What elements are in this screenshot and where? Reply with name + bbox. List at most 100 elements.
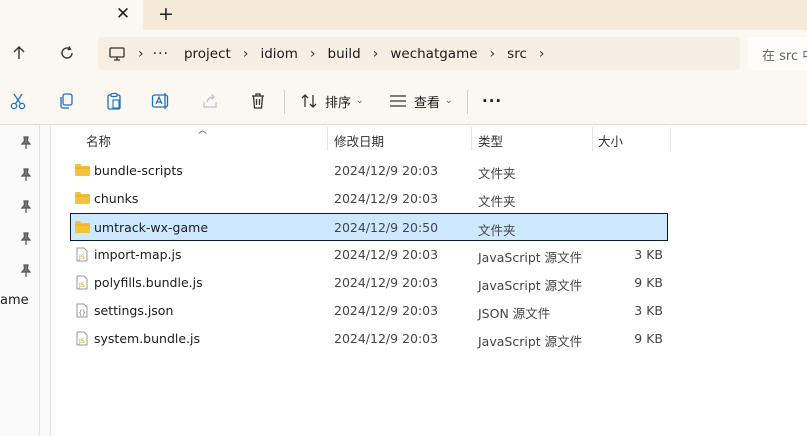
list-item[interactable]: JS import-map.js 2024/12/9 20:03 JavaScr… — [52, 240, 807, 268]
svg-text:JS: JS — [78, 282, 85, 289]
file-type: JavaScript 源文件 — [478, 278, 583, 293]
pin-icon[interactable] — [20, 231, 32, 245]
list-item-selected[interactable]: umtrack-wx-game 2024/12/9 20:50 文件夹 — [70, 213, 668, 241]
tab-active[interactable]: ✕ — [0, 0, 143, 30]
file-type: 文件夹 — [478, 194, 516, 209]
js-file-icon: JS — [74, 275, 91, 290]
file-date: 2024/12/9 20:50 — [334, 220, 439, 235]
chevron-right-icon[interactable]: › — [138, 46, 144, 62]
file-date: 2024/12/9 20:03 — [334, 163, 439, 178]
file-name: polyfills.bundle.js — [94, 275, 203, 290]
column-header-name[interactable]: 名称 — [86, 131, 111, 150]
breadcrumb-src[interactable]: src — [507, 46, 527, 62]
column-divider[interactable] — [592, 127, 593, 151]
refresh-icon[interactable] — [54, 40, 80, 66]
file-date: 2024/12/9 20:03 — [334, 275, 439, 290]
chevron-down-icon: ⌄ — [445, 96, 453, 106]
pin-icon[interactable] — [20, 135, 32, 149]
column-divider[interactable] — [327, 127, 328, 151]
column-header-date[interactable]: 修改日期 — [334, 131, 384, 150]
file-name: bundle-scripts — [94, 163, 183, 178]
list-item[interactable]: chunks 2024/12/9 20:03 文件夹 — [52, 184, 807, 212]
view-button[interactable]: 查看 ⌄ — [389, 90, 453, 112]
file-name: import-map.js — [94, 247, 182, 262]
rename-icon[interactable] — [149, 90, 173, 112]
column-divider[interactable] — [670, 127, 671, 151]
copy-icon[interactable] — [54, 90, 78, 112]
file-size: 9 KB — [634, 331, 663, 346]
pane-divider[interactable] — [41, 125, 51, 436]
more-options-icon[interactable]: ··· — [482, 90, 502, 112]
chevron-right-icon[interactable]: › — [243, 46, 249, 62]
sort-ascending-icon: ︿ — [198, 126, 208, 136]
file-type: JavaScript 源文件 — [478, 250, 583, 265]
search-input[interactable]: 在 src 中 — [748, 37, 807, 70]
svg-text:JS: JS — [78, 338, 85, 345]
folder-icon — [74, 163, 91, 177]
file-name: system.bundle.js — [94, 331, 200, 346]
sort-label: 排序 — [325, 95, 352, 111]
list-item[interactable]: JS system.bundle.js 2024/12/9 20:03 Java… — [52, 324, 807, 352]
chevron-right-icon[interactable]: › — [373, 46, 379, 62]
file-name: umtrack-wx-game — [94, 220, 209, 235]
sort-icon — [300, 93, 318, 109]
breadcrumb-project[interactable]: project — [184, 46, 231, 62]
chevron-right-icon[interactable]: › — [490, 46, 496, 62]
chevron-right-icon[interactable]: › — [539, 46, 545, 62]
view-label: 查看 — [414, 95, 441, 111]
cut-icon[interactable] — [6, 90, 30, 112]
chevron-down-icon: ⌄ — [356, 96, 364, 106]
file-type: JavaScript 源文件 — [478, 334, 583, 349]
arrow-up-icon[interactable] — [6, 40, 32, 66]
breadcrumb-build[interactable]: build — [328, 46, 361, 62]
file-list: ︿ 名称 修改日期 类型 大小 bundle-scripts 2024/12/9… — [52, 125, 807, 436]
file-type: 文件夹 — [478, 166, 516, 181]
file-size: 9 KB — [634, 275, 663, 290]
file-name: settings.json — [94, 303, 174, 318]
more-breadcrumbs-icon[interactable]: ··· — [153, 46, 169, 62]
view-list-icon — [389, 94, 407, 108]
file-type: 文件夹 — [478, 223, 516, 238]
new-tab-icon[interactable]: + — [155, 3, 177, 25]
pin-icon[interactable] — [20, 199, 32, 213]
computer-icon[interactable] — [108, 46, 126, 62]
command-toolbar: 排序 ⌄ 查看 ⌄ ··· — [0, 78, 807, 125]
toolbar-divider — [467, 90, 468, 114]
pin-icon[interactable] — [20, 263, 32, 277]
file-date: 2024/12/9 20:03 — [334, 191, 439, 206]
folder-icon — [74, 220, 91, 234]
share-icon[interactable] — [198, 90, 222, 112]
column-header-size[interactable]: 大小 — [598, 131, 623, 150]
navigation-pane: ame — [0, 125, 40, 436]
svg-text:{}: {} — [79, 310, 86, 317]
breadcrumb-idiom[interactable]: idiom — [260, 46, 297, 62]
sidebar-item-label[interactable]: ame — [0, 293, 29, 308]
tab-bar: ✕ + — [0, 0, 807, 30]
close-tab-icon[interactable]: ✕ — [113, 4, 133, 24]
column-header-row: ︿ 名称 修改日期 类型 大小 — [52, 125, 807, 153]
breadcrumb-wechatgame[interactable]: wechatgame — [390, 46, 477, 62]
column-header-type[interactable]: 类型 — [478, 131, 503, 150]
js-file-icon: JS — [74, 331, 91, 346]
list-item[interactable]: bundle-scripts 2024/12/9 20:03 文件夹 — [52, 156, 807, 184]
address-bar[interactable]: › ··· project › idiom › build › wechatga… — [98, 37, 740, 70]
toolbar-divider — [284, 90, 285, 114]
file-date: 2024/12/9 20:03 — [334, 331, 439, 346]
file-date: 2024/12/9 20:03 — [334, 247, 439, 262]
pin-icon[interactable] — [20, 167, 32, 181]
column-divider[interactable] — [471, 127, 472, 151]
folder-icon — [74, 191, 91, 205]
sort-button[interactable]: 排序 ⌄ — [300, 90, 364, 112]
file-type: JSON 源文件 — [478, 306, 551, 321]
json-file-icon: {} — [74, 303, 91, 318]
navigation-bar: › ··· project › idiom › build › wechatga… — [0, 30, 807, 78]
file-size: 3 KB — [634, 303, 663, 318]
list-item[interactable]: JS polyfills.bundle.js 2024/12/9 20:03 J… — [52, 268, 807, 296]
delete-icon[interactable] — [246, 90, 270, 112]
js-file-icon: JS — [74, 247, 91, 262]
list-item[interactable]: {} settings.json 2024/12/9 20:03 JSON 源文… — [52, 296, 807, 324]
file-name: chunks — [94, 191, 139, 206]
file-date: 2024/12/9 20:03 — [334, 303, 439, 318]
paste-icon[interactable] — [102, 90, 126, 112]
chevron-right-icon[interactable]: › — [310, 46, 316, 62]
